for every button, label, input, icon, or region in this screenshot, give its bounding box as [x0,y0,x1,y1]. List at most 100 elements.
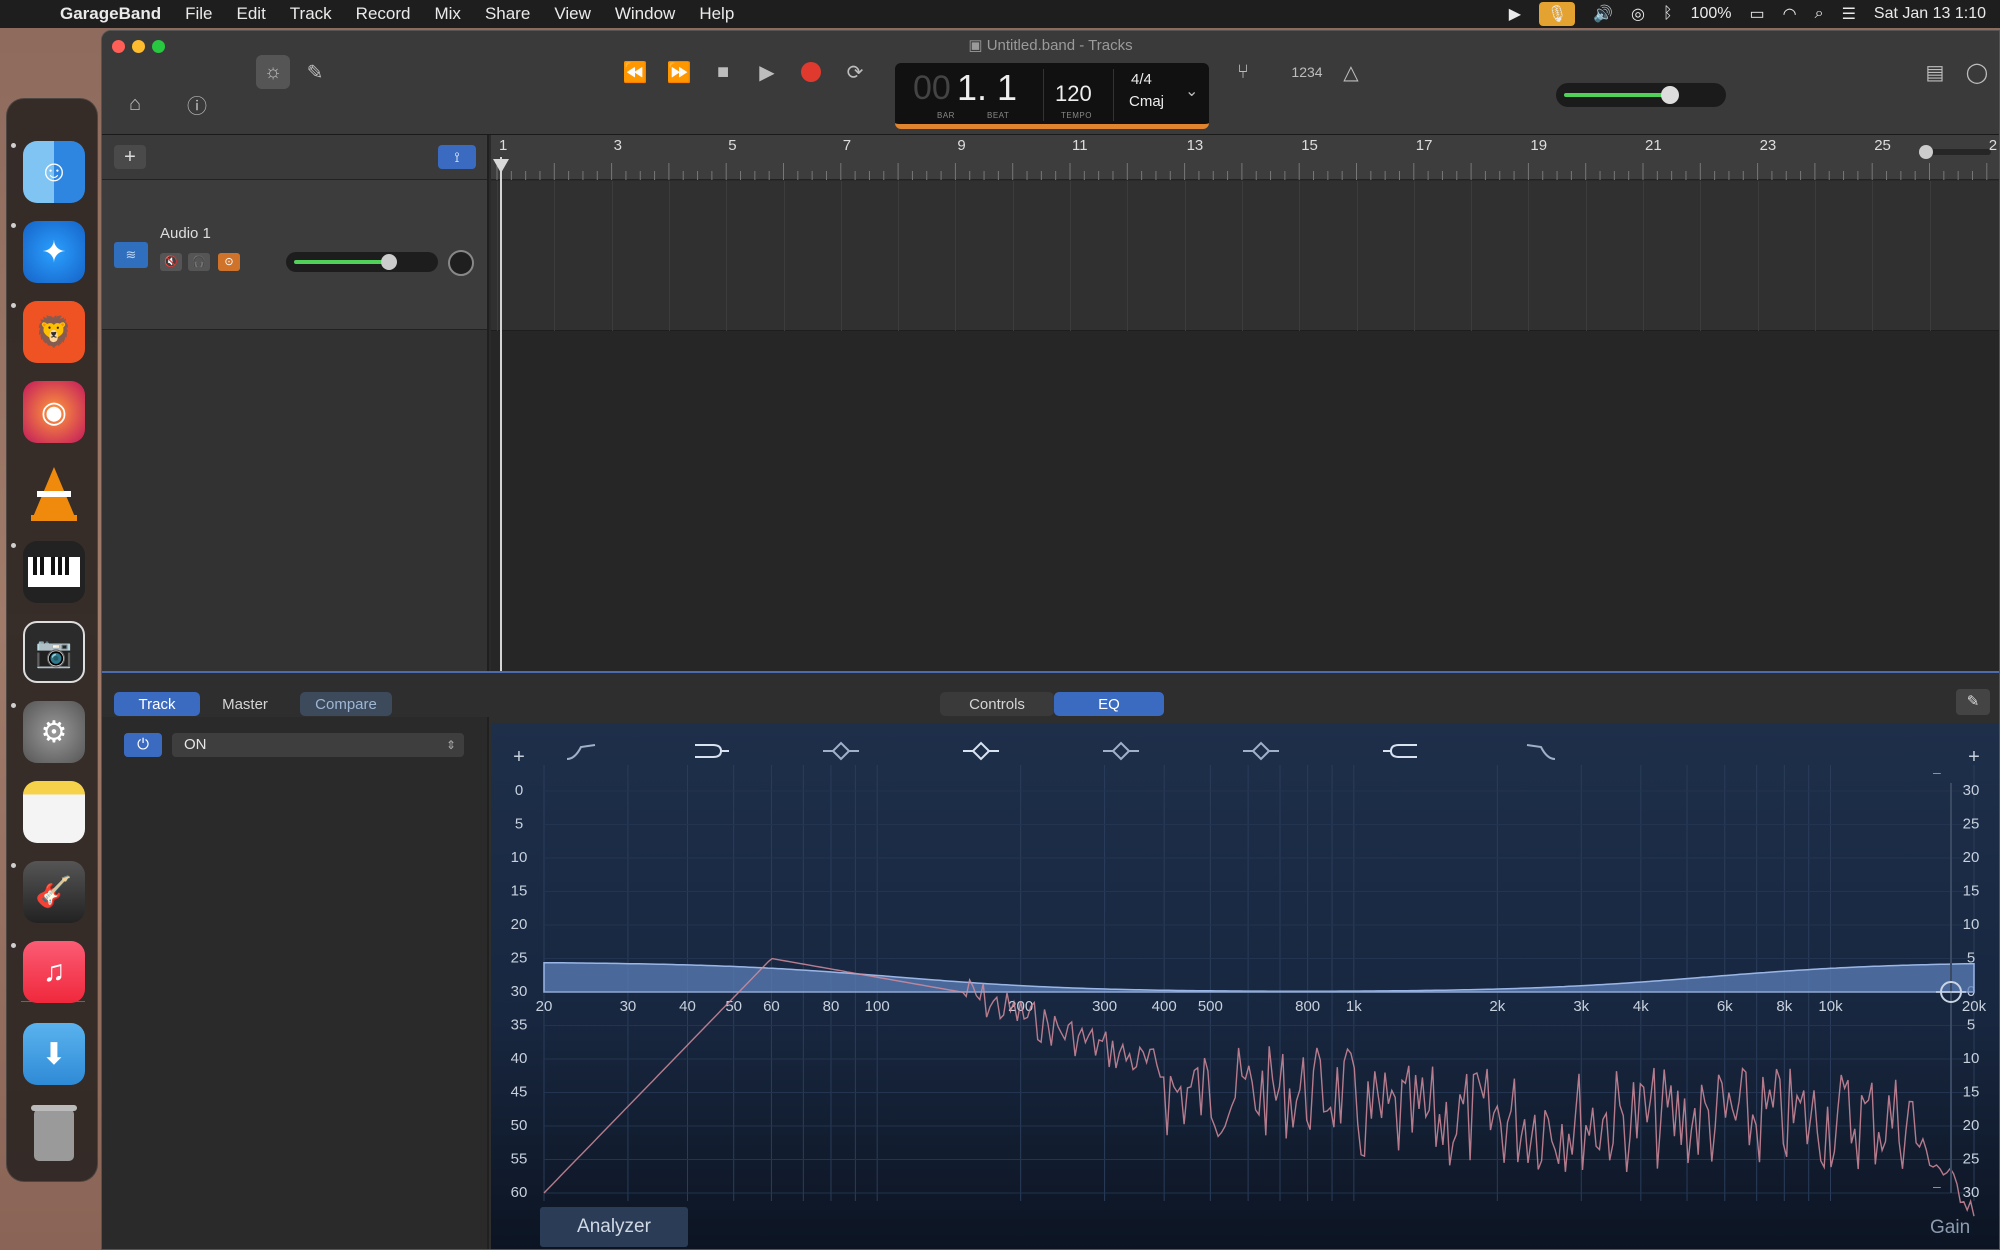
trash-icon[interactable] [23,1101,85,1163]
battery-icon[interactable]: ▭ [1750,4,1765,24]
document-icon: ▣ [968,37,987,54]
piano-icon[interactable] [23,541,85,603]
eq-frequency-label: 8k [1776,998,1792,1015]
running-indicator [11,143,16,148]
stop-icon[interactable]: ■ [706,55,740,89]
menu-view[interactable]: View [542,0,603,28]
search-icon[interactable]: ⌕ [1815,5,1824,23]
wifi-icon[interactable]: ◠ [1783,4,1797,24]
cycle-icon[interactable]: ⟳ [838,55,872,89]
play-circle-icon[interactable]: ▶︎ [1509,4,1521,24]
eq-db-label: 45 [511,1084,528,1101]
play-icon[interactable]: ▶ [750,55,784,89]
ruler-bar-number: 21 [1645,137,1662,154]
volume-icon[interactable]: 🔊 [1593,4,1613,24]
track-row[interactable]: ≋ Audio 1 🔇 🎧 ⊙ [102,180,487,330]
grid-line [668,181,670,331]
vlc-icon[interactable] [23,461,85,523]
grid-line [1413,181,1415,331]
count-in-button[interactable]: 1234 [1282,55,1332,89]
track-name[interactable]: Audio 1 [160,225,211,242]
zoom-slider-thumb[interactable] [1919,145,1933,159]
ruler-bar-number: 9 [957,137,966,154]
editors-pencil-icon[interactable]: ✎ [298,55,332,89]
track-volume-thumb[interactable] [381,254,398,270]
playhead[interactable] [500,157,502,671]
power-state-select[interactable]: ON ⇕ [172,733,464,757]
tuner-icon[interactable]: ⑂ [1226,55,1260,89]
tracks-area[interactable] [491,157,1999,671]
tab-track[interactable]: Track [114,692,200,716]
menu-edit[interactable]: Edit [225,0,278,28]
menu-track[interactable]: Track [278,0,344,28]
track-volume-slider[interactable] [286,252,438,272]
tab-controls[interactable]: Controls [940,692,1054,716]
compare-button[interactable]: Compare [300,692,392,716]
ruler-bar-number: 7 [842,137,852,154]
safari-icon[interactable]: ✦ [23,221,85,283]
track-lane[interactable] [491,181,1999,331]
eq-gain-label: 15 [1963,883,1980,900]
eq-graph[interactable]: 0 5 10 15 20 25 30 35 40 45 50 55 60 30 25 20 15 10 50 5 10 1… [491,723,1999,1250]
eq-frequency-label: 1k [1346,998,1362,1015]
system-settings-icon[interactable]: ⚙ [23,701,85,763]
firefox-icon[interactable]: ◉ [23,381,85,443]
garageband-icon[interactable]: 🎸 [23,861,85,923]
loop-browser-icon[interactable]: ◯ [1960,55,1994,89]
music-icon[interactable]: ♫ [23,941,85,1003]
add-track-button[interactable]: + [114,145,146,169]
notes-icon[interactable] [23,781,85,843]
master-volume-thumb[interactable] [1661,86,1679,104]
smart-tempo-button[interactable]: ⟟ [438,145,476,169]
tab-eq[interactable]: EQ [1054,692,1164,716]
eq-gain-label: 10 [1963,916,1980,933]
analyzer-button[interactable]: Analyzer [540,1207,688,1247]
power-button[interactable]: ⏻ [124,733,162,757]
eq-canvas[interactable]: 0 5 10 15 20 25 30 35 40 45 50 55 60 30 25 20 15 10 50 5 10 1… [491,723,1999,1250]
menu-record[interactable]: Record [344,0,423,28]
eq-frequency-label: 400 [1152,998,1177,1015]
control-center-icon[interactable]: ☰ [1842,4,1856,24]
tab-master[interactable]: Master [200,692,290,716]
screenshot-icon[interactable]: 📷 [23,621,85,683]
menu-file[interactable]: File [173,0,224,28]
track-volume-fill [294,260,390,264]
eq-frequency-label: 30 [620,998,637,1015]
microphone-icon[interactable]: 🎙 [1539,2,1576,26]
master-volume-slider[interactable] [1556,83,1726,107]
bluetooth-icon[interactable]: ᛒ [1663,5,1673,23]
record-enable-button[interactable]: ⊙ [218,253,240,271]
help-icon[interactable]: ⓘ [180,87,214,121]
grid-line [1814,181,1816,331]
power-state-value: ON [184,736,207,753]
gain-minus-top: – [1933,764,1941,780]
grid-line [1127,181,1129,331]
menu-share[interactable]: Share [473,0,542,28]
rewind-icon[interactable]: ⏪ [618,55,652,89]
mute-button[interactable]: 🔇 [160,253,182,271]
fast-forward-icon[interactable]: ⏩ [662,55,696,89]
smart-controls-icon[interactable]: ☼ [256,55,290,89]
airdrop-icon[interactable]: ◎ [1631,4,1645,24]
plugin-edit-button[interactable]: ✎ [1956,689,1990,715]
library-icon[interactable]: ⌂ [118,87,152,121]
downloads-folder-icon[interactable]: ⬇ [23,1023,85,1085]
grid-line [1241,181,1243,331]
eq-frequency-label: 40 [679,998,696,1015]
menu-mix[interactable]: Mix [422,0,472,28]
menu-help[interactable]: Help [687,0,746,28]
timeline-ruler[interactable]: 1 3 5 7 9 11 13 15 17 19 21 23 25 2 [491,135,1999,180]
headphones-button[interactable]: 🎧 [188,253,210,271]
pan-knob[interactable] [448,250,474,276]
playhead-marker[interactable] [493,159,509,173]
menu-window[interactable]: Window [603,0,687,28]
brave-icon[interactable]: 🦁 [23,301,85,363]
lcd-display[interactable]: 00 1. 1 BAR BEAT 120 TEMPO 4/4 Cmaj ⌄ [895,63,1209,129]
lcd-chevron-down-icon[interactable]: ⌄ [1185,81,1198,101]
clock[interactable]: Sat Jan 13 1:10 [1874,5,1986,23]
record-button[interactable] [794,55,828,89]
metronome-icon[interactable]: △ [1334,55,1368,89]
finder-icon[interactable]: ☺ [23,141,85,203]
notepad-icon[interactable]: ▤ [1918,55,1952,89]
menu-app-name[interactable]: GarageBand [48,0,173,28]
